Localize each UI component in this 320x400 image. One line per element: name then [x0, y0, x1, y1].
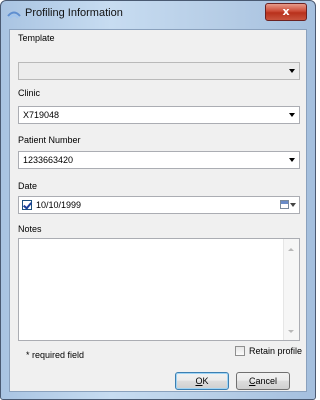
notes-label: Notes — [18, 224, 42, 234]
ok-label-rest: K — [202, 376, 209, 386]
profiling-information-dialog: Profiling Information x Template Clinic … — [0, 0, 316, 400]
date-picker[interactable]: 10/10/1999 — [18, 196, 300, 214]
template-dropdown[interactable] — [18, 62, 300, 80]
app-icon — [7, 7, 21, 21]
notes-textarea[interactable] — [18, 238, 300, 341]
close-icon: x — [282, 5, 290, 18]
scroll-down-icon[interactable] — [288, 330, 294, 333]
notes-scrollbar[interactable] — [283, 239, 299, 340]
template-label: Template — [18, 33, 55, 43]
calendar-icon[interactable] — [280, 200, 289, 209]
ok-access-key: O — [195, 376, 203, 386]
chevron-down-icon — [289, 158, 295, 162]
chevron-down-icon — [289, 69, 295, 73]
patient-number-value: 1233663420 — [23, 155, 74, 165]
cancel-button[interactable]: Cancel — [236, 372, 290, 390]
clinic-dropdown[interactable]: X719048 — [18, 106, 300, 124]
title-bar[interactable]: Profiling Information x — [1, 1, 315, 29]
ok-button[interactable]: OK — [175, 372, 229, 390]
close-button[interactable]: x — [265, 3, 307, 21]
scroll-up-icon[interactable] — [288, 248, 294, 251]
clinic-label: Clinic — [18, 88, 41, 98]
patient-number-dropdown[interactable]: 1233663420 — [18, 151, 300, 169]
chevron-down-icon[interactable] — [290, 203, 296, 207]
cancel-label-rest: ancel — [255, 376, 277, 386]
retain-profile-checkbox[interactable] — [235, 346, 245, 356]
required-field-note: * required field — [26, 350, 85, 360]
date-label: Date — [18, 181, 38, 191]
window-title: Profiling Information — [25, 7, 123, 19]
dialog-body: Template Clinic X719048 Patient Number 1… — [9, 29, 307, 392]
patient-number-label: Patient Number — [18, 135, 81, 145]
date-checkbox[interactable] — [22, 200, 32, 210]
clinic-value: X719048 — [23, 110, 60, 120]
retain-profile-label[interactable]: Retain profile — [249, 346, 302, 356]
chevron-down-icon — [289, 113, 295, 117]
date-value: 10/10/1999 — [36, 200, 82, 210]
